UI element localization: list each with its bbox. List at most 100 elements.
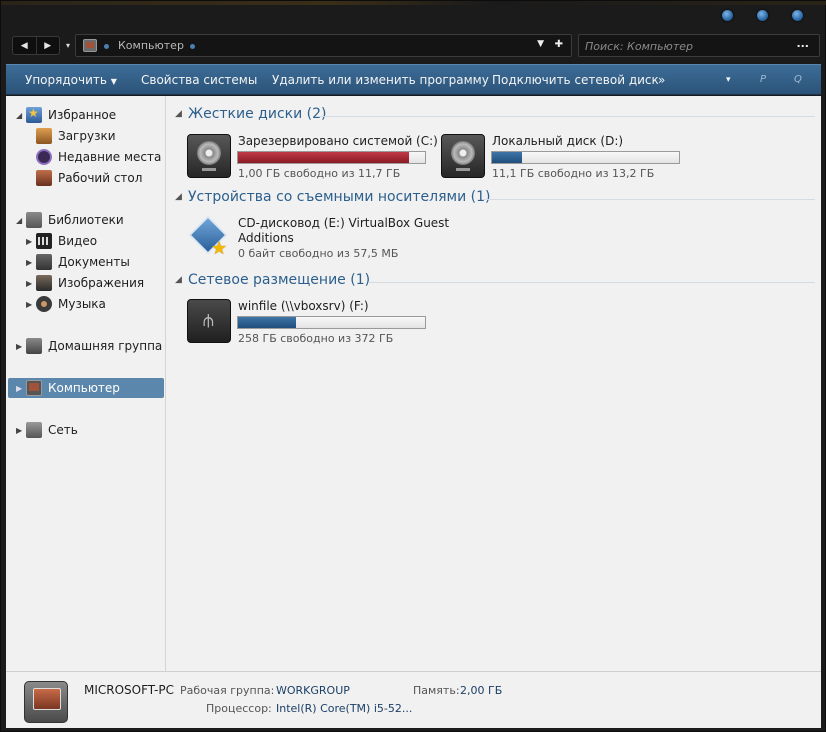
drive-usage-bar — [491, 151, 680, 164]
preview-pane-button[interactable]: P — [760, 74, 766, 85]
breadcrumb-separator-icon[interactable] — [104, 44, 109, 49]
computer-name: MICROSOFT-PC — [84, 683, 174, 697]
group-divider — [318, 116, 815, 117]
command-bar: Упорядочить ▼ Свойства системы Удалить и… — [6, 64, 821, 95]
drive-c[interactable]: Зарезервировано системой (C:) 1,00 ГБ св… — [187, 134, 438, 180]
homegroup-icon — [26, 338, 42, 354]
hard-disk-icon — [187, 134, 231, 178]
title-strip — [1, 1, 826, 5]
recent-pages-dropdown[interactable]: ▾ — [61, 36, 75, 55]
collapsed-arrow-icon[interactable]: ▶ — [16, 426, 26, 435]
downloads-icon — [36, 128, 52, 144]
expand-arrow-icon[interactable]: ◢ — [16, 111, 26, 120]
sidebar-item-label: Домашняя группа — [48, 339, 163, 353]
sidebar-item-video[interactable]: ▶ Видео — [26, 231, 97, 251]
drive-f-network[interactable]: winfile (\\vboxsrv) (F:) 258 ГБ свободно… — [187, 299, 432, 345]
content-area: ◢ Избранное Загрузки Недавние места Рабоч… — [6, 96, 821, 671]
cpu-label: Процессор: — [206, 702, 272, 715]
drive-name-line2: Additions — [238, 231, 294, 245]
back-button[interactable]: ◀ — [13, 37, 36, 54]
sidebar-item-computer[interactable]: ▶ Компьютер — [8, 378, 164, 398]
group-divider — [368, 282, 815, 283]
sidebar-item-recent[interactable]: Недавние места — [36, 147, 161, 167]
computer-icon — [26, 380, 42, 396]
collapsed-arrow-icon[interactable]: ▶ — [26, 300, 36, 309]
breadcrumb-computer[interactable]: Компьютер — [118, 39, 184, 52]
drive-free-space: 1,00 ГБ свободно из 11,7 ГБ — [238, 167, 401, 180]
drive-free-space: 11,1 ГБ свободно из 13,2 ГБ — [492, 167, 655, 180]
details-pane: MICROSOFT-PC Рабочая группа: WORKGROUP П… — [6, 671, 821, 728]
documents-icon — [36, 254, 52, 270]
uninstall-program-button[interactable]: Удалить или изменить программу — [272, 73, 489, 87]
sidebar-item-label: Видео — [58, 234, 98, 248]
drive-d[interactable]: Локальный диск (D:) 11,1 ГБ свободно из … — [441, 134, 686, 180]
sidebar-item-label: Недавние места — [58, 150, 162, 164]
collapsed-arrow-icon[interactable]: ▶ — [26, 237, 36, 246]
sidebar-item-desktop[interactable]: Рабочий стол — [36, 168, 142, 188]
collapsed-arrow-icon[interactable]: ▶ — [26, 258, 36, 267]
drive-name: winfile (\\vboxsrv) (F:) — [238, 299, 369, 313]
group-divider — [482, 199, 815, 200]
system-properties-button[interactable]: Свойства системы — [141, 73, 257, 87]
drive-usage-fill — [238, 152, 410, 163]
drive-name: Зарезервировано системой (C:) — [238, 134, 438, 148]
group-collapse-icon[interactable]: ◢ — [175, 275, 182, 285]
group-title-network[interactable]: Сетевое размещение (1) — [188, 272, 370, 288]
explorer-window: ◀ ▶ ▾ Компьютер ▼ ✚ ... Упорядочить ▼ Св… — [0, 0, 826, 732]
group-title-hard-disks[interactable]: Жесткие диски (2) — [188, 106, 326, 122]
minimize-icon[interactable] — [722, 10, 733, 21]
drive-free-space: 258 ГБ свободно из 372 ГБ — [238, 332, 394, 345]
workgroup-label: Рабочая группа: — [180, 684, 275, 697]
sidebar-item-music[interactable]: ▶ Музыка — [26, 294, 106, 314]
help-button[interactable]: Q — [794, 74, 802, 85]
collapsed-arrow-icon[interactable]: ▶ — [26, 279, 36, 288]
sidebar-item-network[interactable]: ▶ Сеть — [16, 420, 78, 440]
images-icon — [36, 275, 52, 291]
search-icon[interactable]: ... — [796, 37, 809, 50]
computer-icon — [83, 39, 97, 52]
sidebar-item-homegroup[interactable]: ▶ Домашняя группа — [16, 336, 162, 356]
drive-e-cd[interactable]: ★ CD-дисковод (E:) VirtualBox Guest Addi… — [187, 215, 449, 262]
nav-buttons: ◀ ▶ — [12, 36, 60, 55]
organize-button[interactable]: Упорядочить ▼ — [25, 73, 117, 87]
group-title-removable[interactable]: Устройства со съемными носителями (1) — [188, 189, 490, 205]
sidebar-item-documents[interactable]: ▶ Документы — [26, 252, 130, 272]
view-options-icon[interactable]: ▾ — [726, 75, 731, 85]
sidebar-item-downloads[interactable]: Загрузки — [36, 126, 116, 146]
maximize-icon[interactable] — [757, 10, 768, 21]
forward-button[interactable]: ▶ — [35, 37, 60, 54]
address-bar[interactable]: Компьютер ▼ ✚ — [75, 34, 572, 57]
sidebar-item-label: Сеть — [48, 423, 78, 437]
sidebar-item-label: Документы — [58, 255, 130, 269]
memory-label: Память: — [413, 684, 460, 697]
expand-arrow-icon[interactable]: ◢ — [16, 216, 26, 225]
drive-usage-bar — [237, 151, 426, 164]
close-icon[interactable] — [792, 10, 803, 21]
breadcrumb-separator-icon[interactable] — [190, 44, 195, 49]
sidebar-item-favorites[interactable]: ◢ Избранное — [16, 105, 116, 125]
drive-usage-bar — [237, 316, 426, 329]
group-collapse-icon[interactable]: ◢ — [175, 192, 182, 202]
cpu-value: Intel(R) Core(TM) i5-52... — [276, 702, 413, 715]
more-commands-button[interactable]: » — [658, 73, 665, 87]
drive-name-line1: CD-дисковод (E:) VirtualBox Guest — [238, 216, 450, 230]
map-network-drive-button[interactable]: Подключить сетевой диск — [492, 73, 659, 87]
recent-places-icon — [36, 149, 52, 165]
drive-name: Локальный диск (D:) — [492, 134, 624, 148]
libraries-icon — [26, 212, 42, 228]
search-box[interactable]: ... — [578, 34, 820, 57]
sidebar-item-label: Загрузки — [58, 129, 116, 143]
sidebar-item-images[interactable]: ▶ Изображения — [26, 273, 144, 293]
refresh-icon[interactable]: ✚ — [555, 39, 563, 50]
group-collapse-icon[interactable]: ◢ — [175, 109, 182, 119]
sidebar-item-libraries[interactable]: ◢ Библиотеки — [16, 210, 124, 230]
computer-icon — [24, 681, 68, 723]
address-dropdown-icon[interactable]: ▼ — [537, 39, 544, 49]
sidebar-item-label: Музыка — [58, 297, 106, 311]
collapsed-arrow-icon[interactable]: ▶ — [16, 384, 26, 393]
collapsed-arrow-icon[interactable]: ▶ — [16, 342, 26, 351]
music-icon — [36, 296, 52, 312]
sidebar-item-label: Рабочий стол — [58, 171, 143, 185]
sidebar-item-label: Избранное — [48, 108, 117, 122]
search-input[interactable] — [585, 38, 785, 54]
